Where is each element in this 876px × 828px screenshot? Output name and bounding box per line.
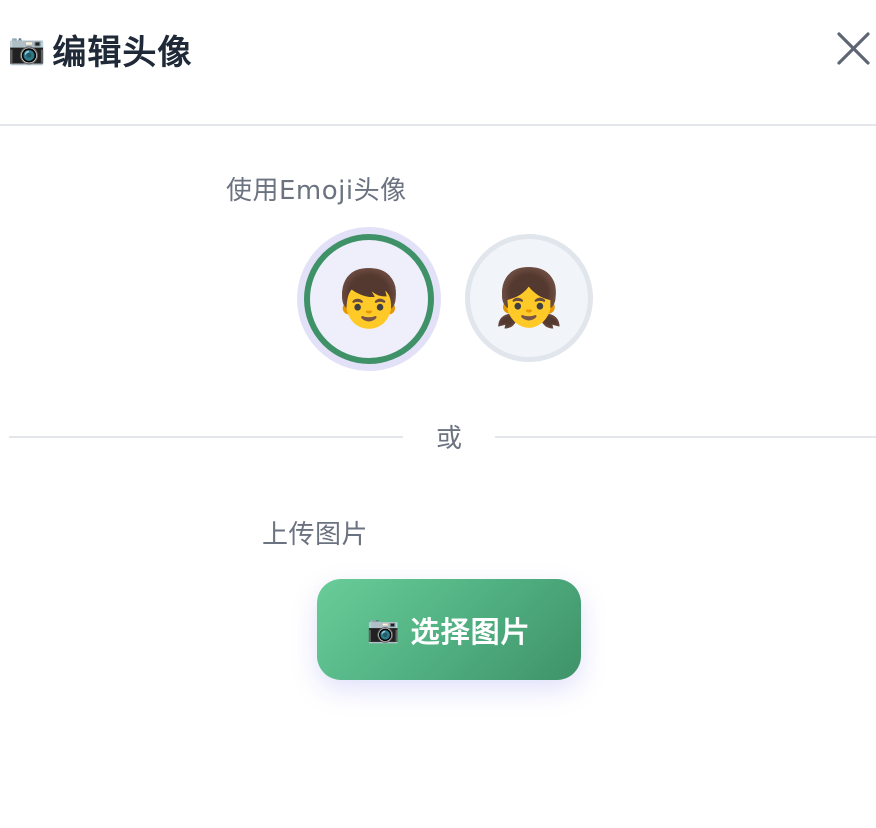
emoji-avatar-option-boy[interactable]: 👦	[304, 234, 434, 364]
dialog-title-text: 编辑头像	[52, 32, 193, 73]
dialog-title: 📷 编辑头像	[8, 24, 192, 74]
divider-line-right	[495, 436, 876, 438]
close-button[interactable]	[830, 26, 876, 72]
choose-image-button[interactable]: 📷 选择图片	[317, 579, 581, 680]
upload-section-label: 上传图片	[262, 520, 369, 550]
divider-or-text: 或	[435, 424, 462, 454]
emoji-section-label: 使用Emoji头像	[226, 176, 407, 206]
divider-line-left	[9, 436, 403, 438]
dialog-header: 📷 编辑头像	[0, 0, 876, 126]
close-icon	[837, 32, 870, 65]
boy-emoji: 👦	[334, 267, 404, 332]
camera-icon: 📷	[367, 614, 401, 645]
emoji-avatar-option-girl[interactable]: 👧	[465, 234, 593, 362]
edit-avatar-dialog: 📷 编辑头像 使用Emoji头像 👦 👧 或 上传图片 📷 选择图片	[0, 0, 876, 828]
choose-image-button-label: 选择图片	[410, 614, 531, 649]
girl-emoji: 👧	[494, 266, 564, 331]
camera-icon: 📷	[8, 31, 47, 67]
